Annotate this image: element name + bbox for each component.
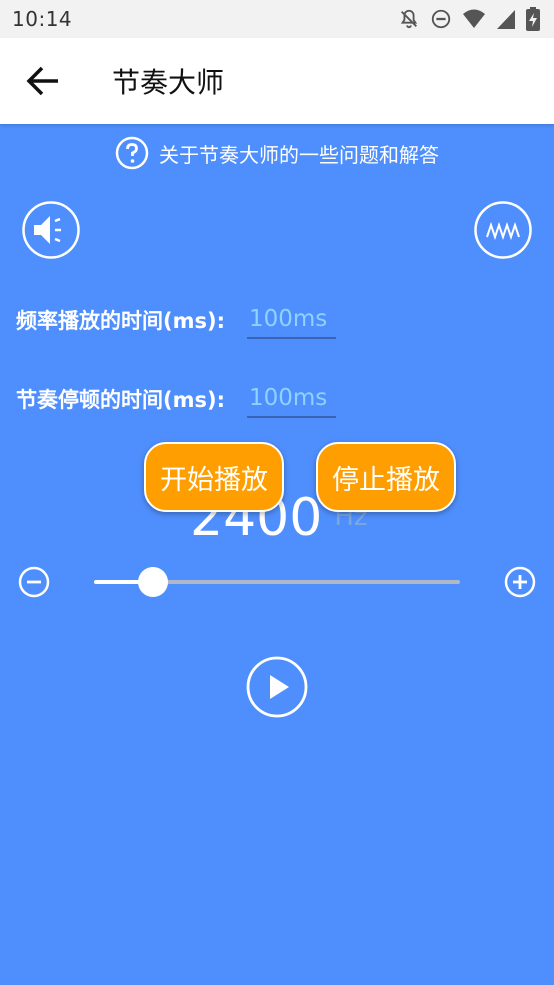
signal-icon [496,8,516,34]
slider-thumb[interactable] [138,567,168,597]
wifi-icon [462,8,486,34]
pause-time-row: 节奏停顿的时间(ms): [16,379,336,419]
decrease-button[interactable] [18,566,50,598]
app-bar: 节奏大师 [0,38,554,124]
back-button[interactable] [22,60,64,102]
start-play-button[interactable]: 开始播放 [144,442,284,512]
speaker-button[interactable] [22,201,80,259]
waveform-icon [474,201,532,259]
page-title: 节奏大师 [112,66,225,99]
minus-circle-icon [18,566,50,598]
speaker-icon [22,201,80,259]
status-bar: 10:14 [0,0,554,38]
battery-charging-icon [526,7,540,35]
pause-time-input[interactable] [246,380,336,418]
notifications-off-icon [398,8,420,34]
stop-play-button[interactable]: 停止播放 [316,442,456,512]
status-time: 10:14 [12,7,73,31]
frequency-slider-row [0,562,554,602]
status-icons [398,7,540,35]
play-time-input[interactable] [246,301,336,339]
pause-time-label: 节奏停顿的时间(ms): [16,388,225,412]
play-time-label: 频率播放的时间(ms): [16,309,225,333]
do-not-disturb-icon [430,8,452,34]
increase-button[interactable] [504,566,536,598]
frequency-slider[interactable] [94,567,460,597]
waveform-button[interactable] [474,201,532,259]
play-time-row: 频率播放的时间(ms): [16,300,336,340]
arrow-left-icon [26,66,58,96]
plus-circle-icon [504,566,536,598]
play-button[interactable] [246,656,308,718]
play-circle-icon [246,656,308,718]
faq-text: 关于节奏大师的一些问题和解答 [159,142,439,167]
faq-link[interactable]: 关于节奏大师的一些问题和解答 [0,133,554,173]
help-circle-icon [115,136,149,170]
